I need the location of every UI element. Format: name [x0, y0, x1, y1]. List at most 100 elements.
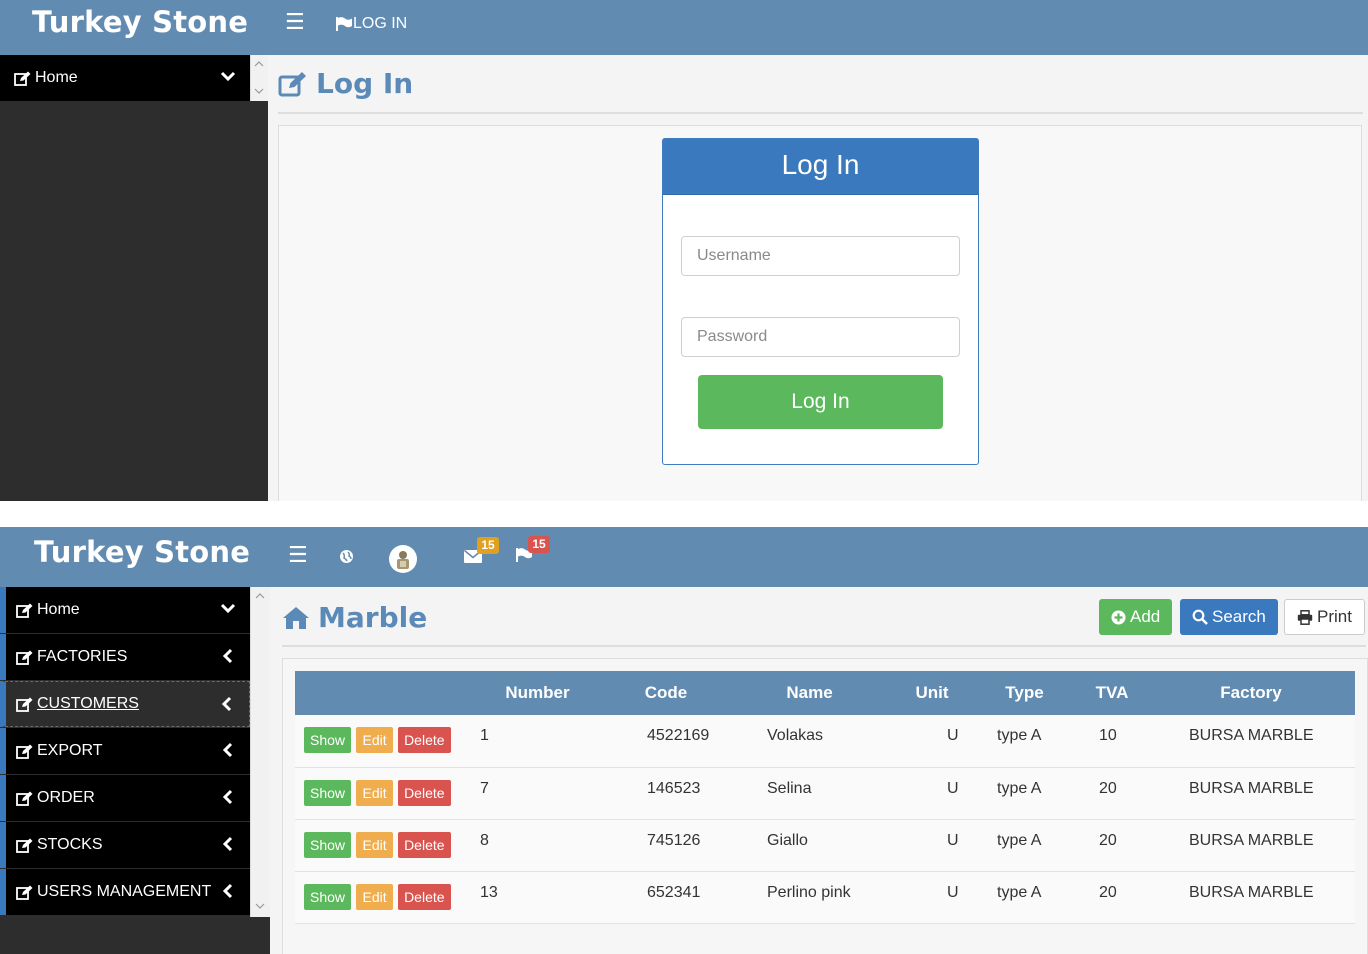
cell-tva: 20: [1077, 871, 1147, 924]
print-icon: [1297, 609, 1313, 625]
sidebar-item-customers[interactable]: CUSTOMERS: [0, 681, 250, 727]
sidebar-item-home[interactable]: Home: [0, 55, 250, 101]
chevron-left-icon: [222, 648, 233, 664]
sidebar-item-order[interactable]: ORDER: [0, 775, 250, 821]
add-button[interactable]: Add: [1099, 599, 1173, 635]
column-header[interactable]: Unit: [892, 671, 972, 715]
cell-unit: U: [892, 871, 972, 924]
print-button[interactable]: Print: [1284, 599, 1365, 635]
column-header[interactable]: TVA: [1077, 671, 1147, 715]
column-header[interactable]: Name: [727, 671, 892, 715]
sidebar-scrollbar[interactable]: [250, 55, 268, 101]
page-title: Log In: [278, 67, 413, 100]
row-actions: Show Edit Delete: [295, 767, 470, 820]
chevron-down-icon: [220, 71, 236, 82]
plus-circle-icon: [1111, 610, 1126, 624]
sidebar-scrollbar[interactable]: [250, 587, 270, 917]
marble-list-screen: Turkey Stone ☰ 15 15 Home FACTORIES CUST…: [0, 527, 1368, 954]
delete-button[interactable]: Delete: [398, 883, 451, 910]
edit-icon: [16, 791, 33, 806]
cell-number: 13: [470, 871, 605, 924]
cell-type: type A: [972, 767, 1077, 820]
cell-tva: 20: [1077, 767, 1147, 820]
cell-unit: U: [892, 819, 972, 872]
brand-logo[interactable]: Turkey Stone: [32, 5, 248, 39]
show-button[interactable]: Show: [304, 883, 352, 910]
table-header-row: Number Code Name Unit Type TVA Factory: [295, 671, 1355, 715]
show-button[interactable]: Show: [304, 831, 352, 858]
mail-badge-count: 15: [481, 538, 495, 552]
brand-logo[interactable]: Turkey Stone: [34, 535, 250, 569]
scroll-up-icon[interactable]: [255, 593, 265, 599]
home-icon: [283, 606, 309, 629]
column-header[interactable]: Number: [470, 671, 605, 715]
flag-badge: 15: [528, 536, 550, 553]
page-title-text: Log In: [316, 67, 414, 100]
globe-icon[interactable]: [339, 549, 354, 564]
table-row[interactable]: Show Edit Delete 13 652341 Perlino pink Uty…: [295, 871, 1355, 924]
table-row[interactable]: Show Edit Delete 1 4522169 Volakas Utype A1…: [295, 715, 1355, 768]
cell-type: type A: [972, 871, 1077, 924]
sidebar-item-label: CUSTOMERS: [37, 695, 139, 712]
cell-code: 652341: [605, 871, 727, 924]
table-row[interactable]: Show Edit Delete 8 745126 Giallo Utype A 20 B…: [295, 819, 1355, 872]
login-button[interactable]: Log In: [698, 375, 943, 429]
edit-button[interactable]: Edit: [356, 779, 393, 806]
column-header[interactable]: Code: [605, 671, 727, 715]
edit-icon: [16, 744, 33, 759]
sidebar-item-label: Home: [37, 601, 80, 618]
sidebar-item-label: STOCKS: [37, 836, 103, 853]
password-input[interactable]: [681, 317, 960, 357]
mail-badge: 15: [477, 537, 499, 554]
sidebar-item-factories[interactable]: FACTORIES: [0, 634, 250, 680]
menu-toggle-icon[interactable]: ☰: [288, 545, 308, 567]
sidebar-item-users-management[interactable]: USERS MANAGEMENT: [0, 869, 250, 915]
column-header[interactable]: [295, 671, 470, 715]
delete-button[interactable]: Delete: [398, 727, 451, 753]
print-button-label: Print: [1317, 607, 1352, 626]
cell-code: 4522169: [605, 715, 727, 768]
nav-login-link[interactable]: LOG IN: [336, 15, 407, 33]
cell-name: Selina: [727, 767, 892, 820]
scroll-up-icon[interactable]: [254, 61, 264, 67]
scroll-down-icon[interactable]: [254, 88, 264, 94]
top-navbar: Turkey Stone ☰ 15 15: [0, 527, 1368, 587]
cell-factory: BURSA MARBLE: [1147, 819, 1355, 872]
sidebar-item-label: FACTORIES: [37, 648, 128, 665]
username-input[interactable]: [681, 236, 960, 276]
show-button[interactable]: Show: [304, 779, 352, 806]
chevron-left-icon: [222, 789, 233, 805]
table-row[interactable]: Show Edit Delete 7 146523 Selina Utype A 20 B…: [295, 767, 1355, 820]
cell-unit: U: [892, 715, 972, 768]
chevron-left-icon: [222, 742, 233, 758]
sidebar-item-export[interactable]: EXPORT: [0, 728, 250, 774]
delete-button[interactable]: Delete: [398, 831, 451, 858]
cell-number: 8: [470, 819, 605, 872]
edit-icon: [16, 697, 33, 712]
delete-button[interactable]: Delete: [398, 779, 451, 806]
sidebar-item-stocks[interactable]: STOCKS: [0, 822, 250, 868]
cell-code: 146523: [605, 767, 727, 820]
edit-button[interactable]: Edit: [356, 831, 393, 858]
menu-toggle-icon[interactable]: ☰: [285, 12, 305, 34]
show-button[interactable]: Show: [304, 727, 352, 753]
search-icon: [1192, 609, 1208, 625]
marble-table: Number Code Name Unit Type TVA Factory Show Ed…: [295, 671, 1355, 924]
cell-factory: BURSA MARBLE: [1147, 767, 1355, 820]
title-divider: [282, 645, 1366, 647]
cell-number: 1: [470, 715, 605, 768]
cell-type: type A: [972, 819, 1077, 872]
sidebar-item-home[interactable]: Home: [0, 587, 250, 633]
edit-button[interactable]: Edit: [356, 883, 393, 910]
column-header[interactable]: Factory: [1147, 671, 1355, 715]
avatar[interactable]: [388, 544, 418, 574]
search-button[interactable]: Search: [1180, 599, 1278, 635]
column-header[interactable]: Type: [972, 671, 1077, 715]
title-divider: [278, 112, 1363, 114]
edit-icon: [16, 650, 33, 665]
scroll-down-icon[interactable]: [255, 903, 265, 909]
cell-tva: 20: [1077, 819, 1147, 872]
edit-button[interactable]: Edit: [356, 727, 393, 753]
search-button-label: Search: [1212, 607, 1266, 626]
page-title-text: Marble: [318, 601, 428, 634]
